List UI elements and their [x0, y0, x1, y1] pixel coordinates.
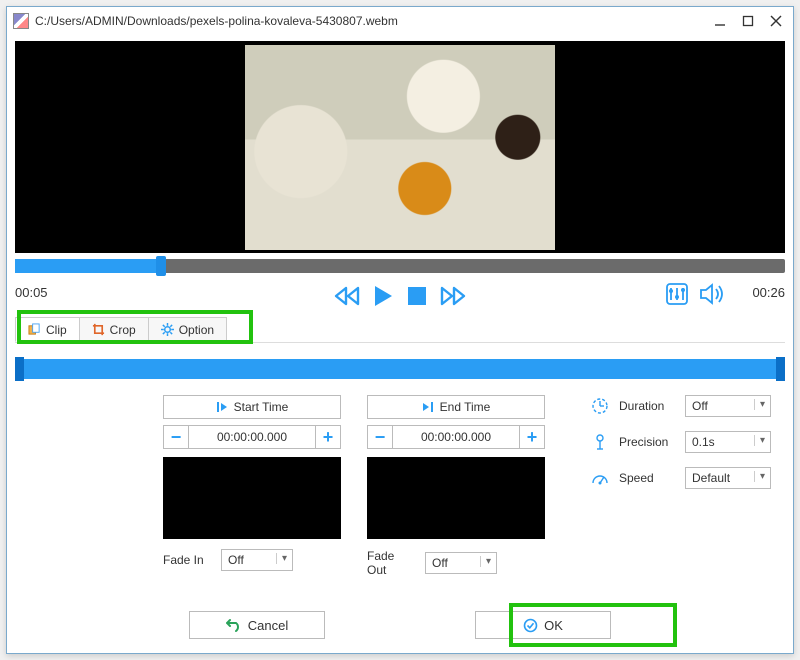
speed-select[interactable]: Default [685, 467, 771, 489]
fade-in-label: Fade In [163, 553, 213, 567]
play-button[interactable] [372, 284, 394, 308]
minimize-button[interactable] [707, 11, 733, 31]
check-circle-icon [523, 618, 538, 633]
speed-row: Speed Default [591, 467, 771, 489]
fade-in-row: Fade In Off [163, 549, 341, 571]
end-marker-icon [422, 401, 434, 413]
clip-icon [28, 323, 41, 336]
speed-icon [591, 469, 609, 487]
start-time-label: Start Time [234, 400, 289, 414]
crop-icon [92, 323, 105, 336]
volume-icon[interactable] [699, 282, 725, 306]
seek-fill [15, 259, 161, 273]
tab-crop-label: Crop [110, 323, 136, 337]
end-frame-thumbnail [367, 457, 545, 539]
settings-icon[interactable] [665, 282, 689, 306]
start-time-decrement[interactable]: − [163, 425, 189, 449]
cancel-label: Cancel [248, 618, 288, 633]
close-button[interactable] [763, 11, 789, 31]
stop-button[interactable] [406, 285, 428, 307]
maximize-button[interactable] [735, 11, 761, 31]
content-area: 00:05 00:26 Clip Crop [7, 35, 793, 653]
precision-icon [591, 433, 609, 451]
fade-out-label: Fade Out [367, 549, 417, 577]
duration-select[interactable]: Off [685, 395, 771, 417]
minimize-icon [714, 15, 726, 27]
start-marker-icon [216, 401, 228, 413]
start-time-value[interactable]: 00:00:00.000 [189, 425, 315, 449]
duration-row: Duration Off [591, 395, 771, 417]
tab-bar: Clip Crop Option [15, 317, 785, 343]
cancel-button[interactable]: Cancel [189, 611, 325, 639]
duration-icon [591, 397, 609, 415]
tab-option[interactable]: Option [148, 317, 227, 342]
precision-select[interactable]: 0.1s [685, 431, 771, 453]
end-time-decrement[interactable]: − [367, 425, 393, 449]
close-icon [770, 15, 782, 27]
forward-button[interactable] [440, 284, 466, 308]
tab-clip-label: Clip [46, 323, 67, 337]
transport-controls [334, 284, 466, 308]
window-controls [707, 11, 789, 31]
tab-clip[interactable]: Clip [15, 317, 80, 342]
tab-crop[interactable]: Crop [79, 317, 149, 342]
undo-icon [226, 618, 242, 632]
total-time: 00:26 [752, 285, 785, 300]
end-time-label: End Time [440, 400, 491, 414]
video-frame-image [245, 45, 555, 250]
properties-column: Duration Off Precision 0.1s Speed Defaul… [591, 395, 771, 577]
clip-range-strip[interactable] [15, 359, 785, 379]
preview-tools [665, 282, 725, 306]
gear-icon [161, 323, 174, 336]
end-time-button[interactable]: End Time [367, 395, 545, 419]
titlebar: C:/Users/ADMIN/Downloads/pexels-polina-k… [7, 7, 793, 35]
duration-label: Duration [619, 399, 675, 413]
speed-label: Speed [619, 471, 675, 485]
start-frame-thumbnail [163, 457, 341, 539]
start-time-button[interactable]: Start Time [163, 395, 341, 419]
video-preview[interactable] [15, 41, 785, 253]
end-time-spinner: − 00:00:00.000 + [367, 425, 545, 449]
fade-out-select[interactable]: Off [425, 552, 497, 574]
start-time-increment[interactable]: + [315, 425, 341, 449]
playback-row: 00:05 00:26 [15, 279, 785, 313]
seek-thumb[interactable] [156, 256, 166, 276]
fade-in-select[interactable]: Off [221, 549, 293, 571]
end-time-value[interactable]: 00:00:00.000 [393, 425, 519, 449]
app-icon [13, 13, 29, 29]
precision-label: Precision [619, 435, 675, 449]
maximize-icon [742, 15, 754, 27]
start-column: Start Time − 00:00:00.000 + Fade In Off [163, 395, 341, 577]
clip-parameters: Start Time − 00:00:00.000 + Fade In Off … [15, 395, 785, 577]
window-title: C:/Users/ADMIN/Downloads/pexels-polina-k… [35, 14, 707, 28]
current-time: 00:05 [15, 285, 48, 300]
start-time-spinner: − 00:00:00.000 + [163, 425, 341, 449]
ok-label: OK [544, 618, 563, 633]
seek-bar[interactable] [15, 259, 785, 273]
fade-out-row: Fade Out Off [367, 549, 545, 577]
app-window: C:/Users/ADMIN/Downloads/pexels-polina-k… [6, 6, 794, 654]
end-time-increment[interactable]: + [519, 425, 545, 449]
tab-option-label: Option [179, 323, 214, 337]
ok-button[interactable]: OK [475, 611, 611, 639]
dialog-buttons: Cancel OK [7, 611, 793, 639]
end-column: End Time − 00:00:00.000 + Fade Out Off [367, 395, 545, 577]
rewind-button[interactable] [334, 284, 360, 308]
precision-row: Precision 0.1s [591, 431, 771, 453]
